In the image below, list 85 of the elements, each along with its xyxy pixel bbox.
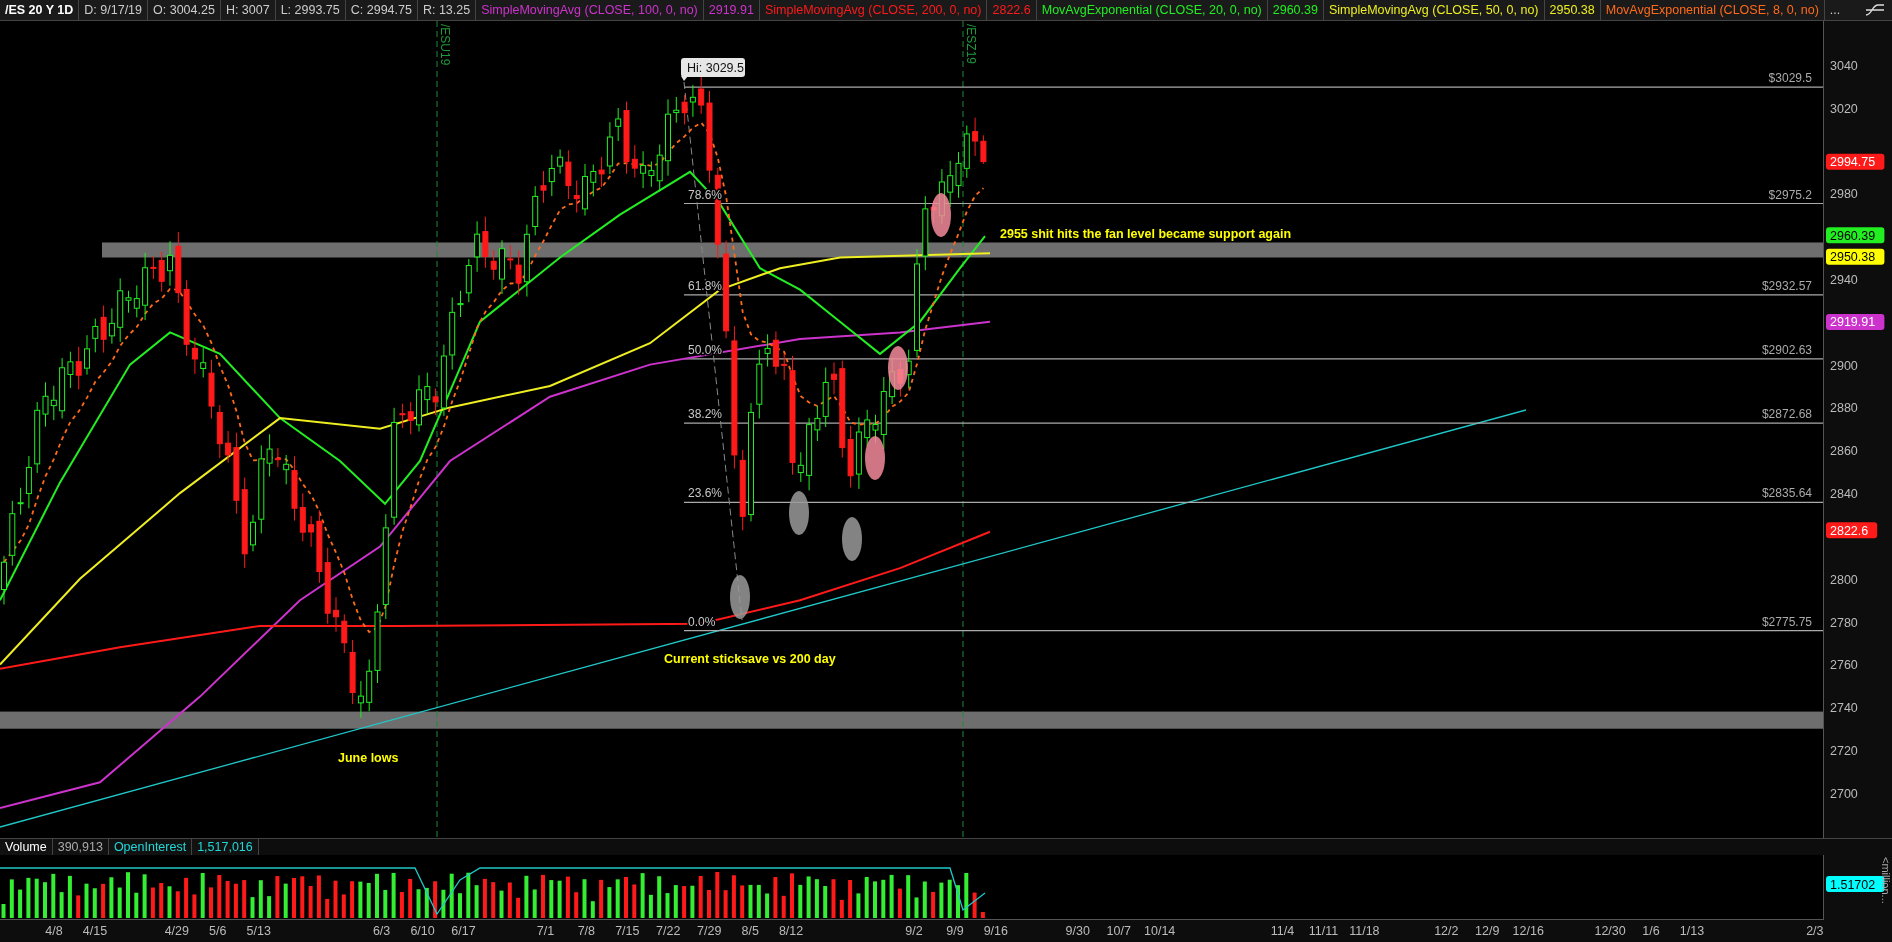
price-tick: 2840 (1830, 487, 1858, 502)
date-tick: 1/13 (1679, 924, 1705, 938)
date-tick: 6/10 (410, 924, 435, 938)
fib-price-label: $2835.64 (1761, 486, 1812, 501)
date-tick: 5/6 (209, 924, 227, 938)
date-tick: 9/9 (946, 924, 964, 938)
date-tick: 12/2 (1434, 924, 1459, 938)
fib-ratio-label: 61.8% (688, 278, 723, 293)
price-tick: 2860 (1830, 444, 1858, 459)
study-label[interactable]: SimpleMovingAvg (CLOSE, 200, 0, no) (759, 0, 988, 20)
symbol-label[interactable]: /ES 20 Y 1D (0, 0, 80, 20)
date-tick: 11/11 (1308, 924, 1339, 938)
quote-field: L: 2993.75 (275, 0, 346, 20)
study-label[interactable]: SimpleMovingAvg (CLOSE, 100, 0, no) (476, 0, 704, 20)
fib-ratio-label: 38.2% (688, 407, 723, 422)
fib-price-label: $2975.2 (1768, 187, 1812, 202)
date-tick: 11/18 (1349, 924, 1380, 938)
date-tick: 2/3 (1806, 924, 1824, 938)
date-tick: 5/13 (246, 924, 271, 938)
chart-annotation: Current sticksave vs 200 day (664, 652, 836, 666)
date-tick: 6/17 (451, 924, 476, 938)
quote-field: H: 3007 (220, 0, 276, 20)
fib-price-label: $2872.68 (1761, 407, 1812, 422)
date-tick: 11/4 (1270, 924, 1295, 938)
date-tick: 4/8 (45, 924, 63, 938)
date-tick: 12/16 (1512, 924, 1544, 938)
open-interest-value: 1,517,016 (192, 839, 259, 855)
price-tick: 2700 (1830, 787, 1858, 801)
quote-field: D: 9/17/19 (79, 0, 149, 20)
date-tick: 9/2 (905, 924, 923, 938)
quote-field: C: 2994.75 (345, 0, 418, 20)
fib-price-label: $2902.63 (1761, 342, 1812, 357)
chart-annotation: 2955 shit hits the fan level became support again (1000, 227, 1292, 241)
study-label[interactable]: SimpleMovingAvg (CLOSE, 50, 0, no) (1323, 0, 1545, 20)
volume-value: 390,913 (52, 839, 109, 855)
date-tick: 9/30 (1065, 924, 1090, 938)
study-value: 2950.38 (1544, 0, 1601, 20)
price-tick: 2780 (1830, 615, 1858, 630)
date-tick: 7/29 (697, 924, 722, 938)
price-tick: 2720 (1830, 744, 1858, 759)
date-tick: 7/1 (536, 924, 555, 938)
contract-label: /ESZ19 (964, 24, 978, 65)
date-tick: 7/15 (615, 924, 640, 938)
price-tick: 2760 (1830, 658, 1858, 673)
fib-ratio-label: 23.6% (688, 486, 723, 501)
high-label: Hi: 3029.5 (681, 58, 745, 81)
chart-annotation: June lows (338, 751, 399, 765)
date-tick: 8/12 (778, 924, 804, 938)
quote-field: O: 3004.25 (148, 0, 221, 20)
quote-field: R: 13.25 (417, 0, 477, 20)
price-tag: 2822.6 (1826, 522, 1878, 539)
study-value: 2960.39 (1267, 0, 1324, 20)
study-label[interactable]: MovAvgExponential (CLOSE, 20, 0, no) (1036, 0, 1268, 20)
price-tick: 2900 (1830, 358, 1858, 373)
date-tick: 9/16 (983, 924, 1008, 938)
date-tick: 12/30 (1594, 924, 1626, 938)
date-tick: 10/14 (1144, 924, 1176, 938)
date-tick: 7/22 (656, 924, 681, 938)
volume-label: Volume (0, 839, 53, 855)
price-tick: 2940 (1830, 272, 1858, 287)
fib-price-label: $2775.75 (1761, 614, 1812, 629)
price-tag: 2960.39 (1826, 227, 1885, 244)
fib-ratio-label: 50.0% (688, 342, 723, 357)
study-value: 2822.6 (987, 0, 1037, 20)
date-tick: 7/8 (577, 924, 596, 938)
price-tick: 3020 (1830, 101, 1858, 116)
date-tick: 1/6 (1642, 924, 1660, 938)
date-tick: 6/3 (372, 924, 391, 938)
price-tick: 2980 (1830, 187, 1858, 202)
fib-price-label: $3029.5 (1768, 71, 1812, 86)
price-tick: 2800 (1830, 572, 1858, 587)
study-label[interactable]: MovAvgExponential (CLOSE, 8, 0, no) (1600, 0, 1825, 20)
date-tick: 8/5 (741, 924, 759, 938)
date-tick: 4/15 (82, 924, 108, 938)
fib-price-label: $2932.57 (1761, 278, 1812, 293)
more-button[interactable]: ... (1824, 0, 1846, 20)
study-value: 2919.91 (703, 0, 760, 20)
date-tick: 12/9 (1475, 924, 1500, 938)
contract-label: /ESU19 (438, 24, 452, 66)
date-tick: 10/7 (1106, 924, 1131, 938)
price-tick: 2880 (1830, 401, 1858, 416)
price-tick: 3040 (1830, 58, 1858, 73)
date-tick: 4/29 (164, 924, 189, 938)
open-interest-label: OpenInterest (108, 839, 193, 855)
price-tick: 2740 (1830, 701, 1858, 716)
